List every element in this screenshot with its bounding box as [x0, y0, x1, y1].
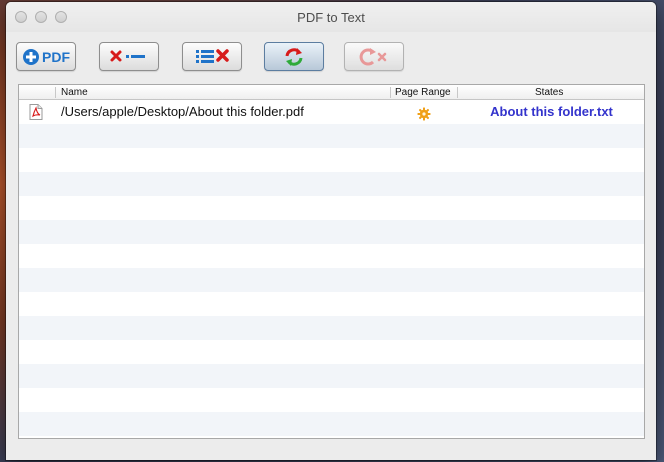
- file-name: /Users/apple/Desktop/About this folder.p…: [61, 104, 304, 119]
- column-header-name[interactable]: Name: [61, 85, 88, 100]
- remove-selected-button[interactable]: [99, 42, 159, 71]
- clear-list-icon: [196, 48, 229, 63]
- title-bar: PDF to Text: [6, 2, 656, 32]
- table-row: [19, 244, 644, 268]
- add-pdf-button[interactable]: PDF: [16, 42, 76, 71]
- column-divider: [390, 87, 391, 98]
- table-row: [19, 340, 644, 364]
- table-row: [19, 196, 644, 220]
- table-row: [19, 412, 644, 436]
- table-row[interactable]: /Users/apple/Desktop/About this folder.p…: [19, 100, 644, 124]
- clear-list-button[interactable]: [182, 42, 242, 71]
- column-header-states[interactable]: States: [535, 85, 563, 100]
- stop-convert-icon: [359, 47, 387, 65]
- stop-button[interactable]: [344, 42, 404, 71]
- gear-icon[interactable]: [417, 105, 431, 121]
- zoom-window-button[interactable]: [55, 11, 67, 23]
- table-row: [19, 220, 644, 244]
- table-row: [19, 124, 644, 148]
- refresh-icon: [285, 47, 303, 66]
- output-file-link[interactable]: About this folder.txt: [459, 100, 644, 124]
- table-row: [19, 316, 644, 340]
- window-title: PDF to Text: [297, 9, 365, 25]
- pdf-file-icon: [29, 104, 43, 120]
- toolbar: PDF: [6, 32, 656, 80]
- add-pdf-label: PDF: [42, 48, 70, 65]
- column-divider: [55, 87, 56, 98]
- table-header: Name Page Range States: [19, 85, 644, 100]
- table-row: [19, 292, 644, 316]
- remove-item-icon: [110, 50, 145, 61]
- table-row: [19, 364, 644, 388]
- app-window: PDF to Text PDF Name Page Range States /…: [6, 2, 656, 460]
- column-divider: [457, 87, 458, 98]
- table-row: [19, 388, 644, 412]
- table-row: [19, 268, 644, 292]
- table-row: [19, 172, 644, 196]
- minimize-window-button[interactable]: [35, 11, 47, 23]
- table-body: /Users/apple/Desktop/About this folder.p…: [19, 100, 644, 438]
- convert-button[interactable]: [264, 42, 324, 71]
- table-row: [19, 148, 644, 172]
- close-window-button[interactable]: [15, 11, 27, 23]
- plus-circle-icon: [23, 48, 39, 65]
- column-header-page-range[interactable]: Page Range: [395, 85, 451, 100]
- window-controls: [15, 11, 67, 23]
- file-table: Name Page Range States /Users/apple/Desk…: [18, 84, 645, 439]
